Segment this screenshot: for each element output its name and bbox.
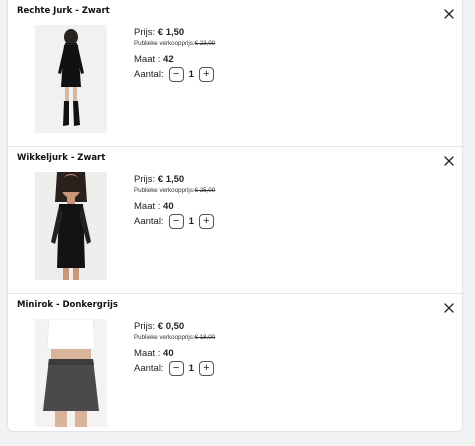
increase-quantity-button[interactable]: + (198, 361, 214, 376)
close-icon[interactable] (444, 300, 454, 313)
rrp-value: € 23,00 (194, 40, 216, 47)
rrp-row: Publieke verkoopprijs:€ 25,00 (134, 187, 215, 194)
quantity-value: 1 (188, 363, 194, 374)
size-label: Maat : (134, 201, 161, 212)
size-row: Maat : 40 (134, 348, 174, 359)
size-value: 40 (163, 201, 174, 212)
price-label: Prijs: (134, 27, 156, 38)
quantity-stepper: Aantal: − 1 + (134, 67, 214, 82)
decrease-quantity-button[interactable]: − (168, 361, 184, 376)
rrp-value: € 25,00 (194, 187, 216, 194)
price-row: Prijs: € 0,50 (134, 321, 184, 332)
rrp-row: Publieke verkoopprijs:€ 18,00 (134, 334, 215, 341)
size-value: 40 (163, 348, 174, 359)
rrp-label: Publieke verkoopprijs: (134, 334, 195, 341)
size-value: 42 (163, 54, 174, 65)
price-value: € 1,50 (157, 27, 185, 38)
rrp-value: € 18,00 (194, 334, 216, 341)
rrp-label: Publieke verkoopprijs: (134, 40, 195, 47)
size-label: Maat : (134, 54, 161, 65)
cart-items-panel: Rechte Jurk - Zwart Prijs: € 1,50 Publie… (7, 0, 464, 432)
close-icon[interactable] (444, 6, 454, 19)
size-row: Maat : 40 (134, 201, 174, 212)
decrease-quantity-button[interactable]: − (168, 214, 184, 229)
product-image[interactable] (35, 319, 107, 427)
price-row: Prijs: € 1,50 (134, 27, 184, 38)
size-label: Maat : (134, 348, 161, 359)
close-icon[interactable] (444, 153, 454, 166)
quantity-stepper: Aantal: − 1 + (134, 214, 214, 229)
product-image[interactable] (35, 25, 107, 133)
quantity-label: Aantal: (134, 363, 164, 374)
product-title: Wikkeljurk - Zwart (17, 153, 106, 163)
rrp-row: Publieke verkoopprijs:€ 23,00 (134, 40, 215, 47)
cart-item: Rechte Jurk - Zwart Prijs: € 1,50 Publie… (8, 0, 464, 147)
price-label: Prijs: (134, 174, 156, 185)
cart-item: Wikkeljurk - Zwart Prijs: € 1,50 Publiek… (8, 147, 464, 294)
product-image[interactable] (35, 172, 107, 280)
quantity-label: Aantal: (134, 216, 164, 227)
quantity-value: 1 (188, 216, 194, 227)
rrp-label: Publieke verkoopprijs: (134, 187, 195, 194)
product-title: Rechte Jurk - Zwart (17, 6, 110, 16)
price-label: Prijs: (134, 321, 156, 332)
increase-quantity-button[interactable]: + (198, 67, 214, 82)
price-value: € 1,50 (157, 174, 185, 185)
size-row: Maat : 42 (134, 54, 174, 65)
price-value: € 0,50 (157, 321, 185, 332)
quantity-label: Aantal: (134, 69, 164, 80)
increase-quantity-button[interactable]: + (198, 214, 214, 229)
quantity-value: 1 (188, 69, 194, 80)
product-title: Minirok - Donkergrijs (17, 300, 118, 310)
quantity-stepper: Aantal: − 1 + (134, 361, 214, 376)
cart-item: Minirok - Donkergrijs Prijs: € 0,50 Publ… (8, 294, 464, 441)
price-row: Prijs: € 1,50 (134, 174, 184, 185)
decrease-quantity-button[interactable]: − (168, 67, 184, 82)
